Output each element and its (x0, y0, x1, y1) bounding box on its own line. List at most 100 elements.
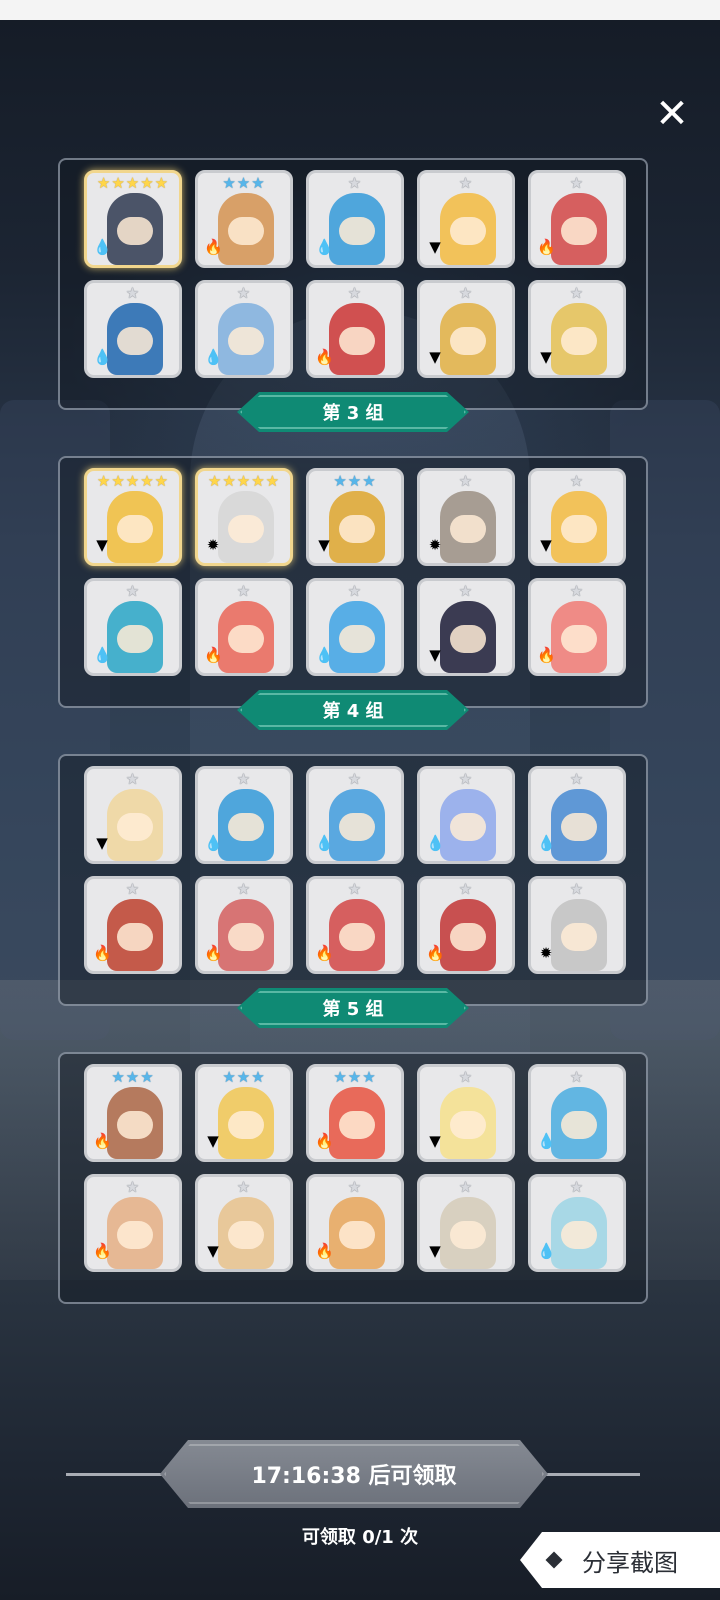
hero-card-grid: ★★★★★ 💧 ★★★ 🔥 ★ 💧 ★ ▼ ★ 🔥 ★ 💧 ★ 💧 ★ 🔥 ★ ▼ ★ ▼ (84, 170, 626, 378)
hero-card-hidden-3[interactable]: ★ 🔥 (306, 1174, 404, 1272)
star-rating-icon: ★★★ (222, 174, 266, 192)
hero-face-icon (228, 625, 264, 653)
star-rating-icon: ★ (347, 582, 363, 600)
hero-card-golden-staff[interactable]: ★ ▼ (417, 280, 515, 378)
hero-card-dark-hair-girl[interactable]: ★ 🔥 (195, 876, 293, 974)
wind-icon: ▼ (96, 536, 108, 554)
hero-card-blonde-witch[interactable]: ★★★ ▼ (195, 1064, 293, 1162)
fire-icon: 🔥 (537, 238, 556, 256)
share-screenshot-button[interactable]: 分享截图 (520, 1532, 720, 1588)
hero-face-icon (561, 1221, 597, 1249)
hero-card-blue-top-hat[interactable]: ★ 💧 (528, 1064, 626, 1162)
star-rating-icon: ★ (125, 284, 141, 302)
hero-card-blue-moai[interactable]: ★ 💧 (306, 578, 404, 676)
hero-card-mummy[interactable]: ★ ▼ (84, 766, 182, 864)
star-rating-icon: ★ (569, 472, 585, 490)
hero-face-icon (561, 217, 597, 245)
hero-card-blue-skull[interactable]: ★ 💧 (306, 766, 404, 864)
star-rating-icon: ★ (125, 770, 141, 788)
hero-card-red-witch[interactable]: ★ 🔥 (528, 170, 626, 268)
star-rating-icon: ★ (458, 582, 474, 600)
hero-card-dark-rock-king[interactable]: ★ ▼ (417, 578, 515, 676)
hero-face-icon (561, 813, 597, 841)
hero-card-stone-tree[interactable]: ★ ✹ (417, 468, 515, 566)
hero-card-blue-cat-monster[interactable]: ★ 💧 (195, 766, 293, 864)
hero-face-icon (228, 1111, 264, 1139)
hero-card-red-skull[interactable]: ★ 🔥 (195, 578, 293, 676)
wind-icon: ▼ (540, 348, 552, 366)
wind-icon: ▼ (429, 238, 441, 256)
hero-card-red-ogre[interactable]: ★★★ 🔥 (306, 1064, 404, 1162)
hero-card-hidden-1[interactable]: ★ 🔥 (84, 1174, 182, 1272)
hero-face-icon (450, 1111, 486, 1139)
share-screenshot-label: 分享截图 (582, 1548, 678, 1577)
wind-icon: ▼ (429, 1242, 441, 1260)
wind-icon: ▼ (429, 646, 441, 664)
water-drop-icon: 💧 (537, 1132, 556, 1150)
hero-card-blonde-bow-girl[interactable]: ★ ▼ (417, 170, 515, 268)
hero-card-white-dark-knight[interactable]: ★★★★★ 💧 (84, 170, 182, 268)
hero-card-blue-witch[interactable]: ★ 💧 (84, 280, 182, 378)
hero-face-icon (117, 625, 153, 653)
hero-card-golden-princess[interactable]: ★★★★★ ▼ (84, 468, 182, 566)
fire-icon: 🔥 (315, 944, 334, 962)
wind-icon: ▼ (540, 536, 552, 554)
water-drop-icon: 💧 (204, 834, 223, 852)
star-rating-icon: ★★★★★ (96, 174, 170, 192)
star-rating-icon: ★ (125, 582, 141, 600)
star-rating-icon: ★ (458, 284, 474, 302)
hero-face-icon (450, 625, 486, 653)
star-rating-icon: ★ (347, 284, 363, 302)
wind-icon: ▼ (96, 834, 108, 852)
hero-card-winged-knight[interactable]: ★ 💧 (195, 280, 293, 378)
hero-face-icon (339, 625, 375, 653)
hero-face-icon (339, 1221, 375, 1249)
star-rating-icon: ★ (458, 1178, 474, 1196)
hero-card-white-unicorn[interactable]: ★★★★★ ✹ (195, 468, 293, 566)
close-button[interactable]: ✕ (652, 94, 692, 134)
hero-card-teal-ribbon-girl[interactable]: ★ 💧 (84, 578, 182, 676)
star-rating-icon: ★ (458, 880, 474, 898)
star-rating-icon: ★★★ (333, 1068, 377, 1086)
hero-card-clock-gear[interactable]: ★★★ ▼ (306, 468, 404, 566)
water-drop-icon: 💧 (93, 348, 112, 366)
hero-face-icon (117, 1221, 153, 1249)
group-title: 第 3 组 (322, 403, 384, 424)
group-title: 第 4 组 (322, 701, 384, 722)
star-rating-icon: ★ (347, 770, 363, 788)
star-rating-icon: ★ (458, 1068, 474, 1086)
hero-card-blue-ghost[interactable]: ★ 💧 (417, 766, 515, 864)
star-rating-icon: ★ (569, 582, 585, 600)
hero-face-icon (228, 813, 264, 841)
hero-group-panel: ★★★★★ 💧 ★★★ 🔥 ★ 💧 ★ ▼ ★ 🔥 ★ 💧 ★ 💧 ★ 🔥 ★ ▼ ★ ▼ (58, 158, 648, 410)
hero-card-yellow-ghost[interactable]: ★ ▼ (417, 1064, 515, 1162)
water-drop-icon: 💧 (315, 238, 334, 256)
star-rating-icon: ★ (458, 770, 474, 788)
hero-card-blonde-bow-girl[interactable]: ★ ▼ (528, 468, 626, 566)
hero-card-dotted-turban[interactable]: ★ 💧 (528, 766, 626, 864)
hero-card-hidden-4[interactable]: ★ ▼ (417, 1174, 515, 1272)
hero-card-blue-cat-monster[interactable]: ★ 💧 (306, 170, 404, 268)
hero-face-icon (228, 217, 264, 245)
hero-face-icon (228, 1221, 264, 1249)
star-rating-icon: ★ (569, 174, 585, 192)
group-scroll-list[interactable]: ★◔★💧★🔥★▼★🔥第 2 组★★★★★💧★★★🔥★💧★▼★🔥★💧★💧★🔥★▼★… (0, 156, 720, 1410)
hero-card-white-moai[interactable]: ★ ✹ (528, 876, 626, 974)
hero-group-panel: ★ ▼ ★ 💧 ★ 💧 ★ 💧 ★ 💧 ★ 🔥 ★ 🔥 ★ 🔥 ★ 🔥 ★ ✹ (58, 754, 648, 1006)
star-rating-icon: ★ (569, 770, 585, 788)
star-rating-icon: ★ (236, 582, 252, 600)
star-rating-icon: ★★★ (333, 472, 377, 490)
hero-card-card-soldier[interactable]: ★ 🔥 (306, 280, 404, 378)
hero-card-hidden-5[interactable]: ★ 💧 (528, 1174, 626, 1272)
hero-card-monk-boy[interactable]: ★★★ 🔥 (195, 170, 293, 268)
hero-face-icon (450, 217, 486, 245)
hero-card-deer-god[interactable]: ★★★ 🔥 (84, 1064, 182, 1162)
hero-card-hidden-2[interactable]: ★ ▼ (195, 1174, 293, 1272)
hero-card-red-witch[interactable]: ★ 🔥 (306, 876, 404, 974)
fire-icon: 🔥 (204, 646, 223, 664)
hero-card-helmet-knight[interactable]: ★ 🔥 (417, 876, 515, 974)
hero-card-red-headband-boy[interactable]: ★ 🔥 (84, 876, 182, 974)
hero-card-armored-golem[interactable]: ★ ▼ (528, 280, 626, 378)
hero-card-pink-antenna-girl[interactable]: ★ 🔥 (528, 578, 626, 676)
water-drop-icon: 💧 (315, 646, 334, 664)
